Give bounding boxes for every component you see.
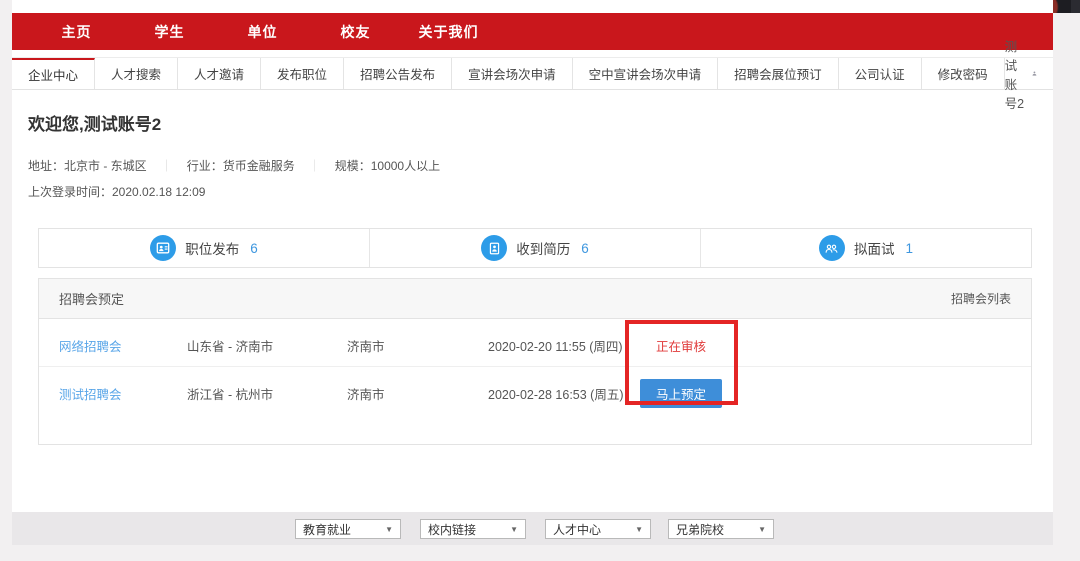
stat-value[interactable]: 6 (250, 241, 258, 256)
book-now-button[interactable]: 马上预定 (640, 379, 722, 408)
panel-title: 招聘会预定 (59, 289, 124, 308)
jobfair-city: 济南市 (347, 384, 385, 403)
resume-icon (481, 235, 507, 261)
select-value: 教育就业 (303, 521, 351, 538)
table-row: 网络招聘会 山东省 - 济南市 济南市 2020-02-20 11:55 (周四… (39, 319, 1031, 367)
company-scale: 规模：10000人以上 (335, 157, 440, 174)
jobfair-region: 浙江省 - 杭州市 (187, 384, 273, 403)
company-industry: 行业：货币金融服务 (187, 157, 295, 174)
tab-talent-search[interactable]: 人才搜索 (95, 58, 178, 89)
tab-talent-invite[interactable]: 人才邀请 (178, 58, 261, 89)
chevron-down-icon: ▼ (510, 525, 518, 534)
company-address: 地址：北京市 - 东城区 (28, 157, 147, 174)
tab-enterprise-center[interactable]: 企业中心 (12, 58, 95, 89)
chevron-down-icon: ▼ (758, 525, 766, 534)
table-row: 测试招聘会 浙江省 - 杭州市 济南市 2020-02-28 16:53 (周五… (39, 367, 1031, 415)
nav-item-students[interactable]: 学生 (123, 22, 216, 42)
jobfair-booking-panel: 招聘会预定 招聘会列表 网络招聘会 山东省 - 济南市 济南市 2020-02-… (38, 278, 1032, 445)
divider: ｜ (161, 157, 173, 174)
footer-select-talent-center[interactable]: 人才中心 ▼ (545, 519, 651, 539)
stat-label: 拟面试 (854, 238, 895, 258)
tab-post-job[interactable]: 发布职位 (261, 58, 344, 89)
company-info-line: 地址：北京市 - 东城区 ｜ 行业：货币金融服务 ｜ 规模：10000人以上 (28, 157, 440, 174)
main-navigation: 主页 学生 单位 校友 关于我们 (12, 13, 1053, 50)
stat-planned-interviews[interactable]: 拟面试 1 (701, 229, 1031, 267)
jobfair-name-link[interactable]: 测试招聘会 (59, 384, 122, 403)
footer-select-education-employment[interactable]: 教育就业 ▼ (295, 519, 401, 539)
chevron-down-icon: ▼ (385, 525, 393, 534)
stat-value[interactable]: 6 (581, 241, 589, 256)
select-value: 校内链接 (428, 521, 476, 538)
user-icon (1032, 67, 1037, 80)
tab-infosession-apply[interactable]: 宣讲会场次申请 (452, 58, 573, 89)
jobfair-name-link[interactable]: 网络招聘会 (59, 336, 122, 355)
select-value: 兄弟院校 (676, 521, 724, 538)
tab-bar: 企业中心 人才搜索 人才邀请 发布职位 招聘公告发布 宣讲会场次申请 空中宣讲会… (12, 57, 1053, 90)
tab-company-verify[interactable]: 公司认证 (839, 58, 922, 89)
footer-bar (12, 512, 1053, 545)
account-menu[interactable]: 测试账号2 (1005, 58, 1053, 89)
chevron-down-icon: ▼ (635, 525, 643, 534)
stat-jobs-posted[interactable]: 职位发布 6 (39, 229, 370, 267)
tab-jobfair-booth-booking[interactable]: 招聘会展位预订 (718, 58, 839, 89)
nav-item-alumni[interactable]: 校友 (309, 22, 402, 42)
tab-recruit-announcement[interactable]: 招聘公告发布 (344, 58, 452, 89)
status-under-review: 正在审核 (601, 336, 761, 355)
stat-label: 职位发布 (185, 238, 239, 258)
interview-icon (819, 235, 845, 261)
tab-change-password[interactable]: 修改密码 (922, 58, 1005, 89)
jobfair-booking-header: 招聘会预定 招聘会列表 (39, 279, 1031, 319)
nav-item-about[interactable]: 关于我们 (402, 22, 495, 42)
stat-resumes-received[interactable]: 收到简历 6 (370, 229, 701, 267)
jobfair-list-link[interactable]: 招聘会列表 (951, 290, 1011, 307)
stat-value[interactable]: 1 (905, 241, 913, 256)
jobfair-region: 山东省 - 济南市 (187, 336, 273, 355)
stats-summary-box: 职位发布 6 收到简历 6 拟面试 1 (38, 228, 1032, 268)
tab-online-infosession-apply[interactable]: 空中宣讲会场次申请 (573, 58, 719, 89)
footer-select-sister-schools[interactable]: 兄弟院校 ▼ (668, 519, 774, 539)
last-login-time: 上次登录时间：2020.02.18 12:09 (28, 183, 205, 200)
select-value: 人才中心 (553, 521, 601, 538)
welcome-title: 欢迎您,测试账号2 (28, 110, 161, 135)
footer-select-campus-links[interactable]: 校内链接 ▼ (420, 519, 526, 539)
divider: ｜ (309, 157, 321, 174)
jobfair-city: 济南市 (347, 336, 385, 355)
stat-label: 收到简历 (516, 238, 570, 258)
job-post-icon (150, 235, 176, 261)
account-name: 测试账号2 (1005, 36, 1026, 112)
nav-item-home[interactable]: 主页 (30, 22, 123, 42)
nav-item-employers[interactable]: 单位 (216, 22, 309, 42)
